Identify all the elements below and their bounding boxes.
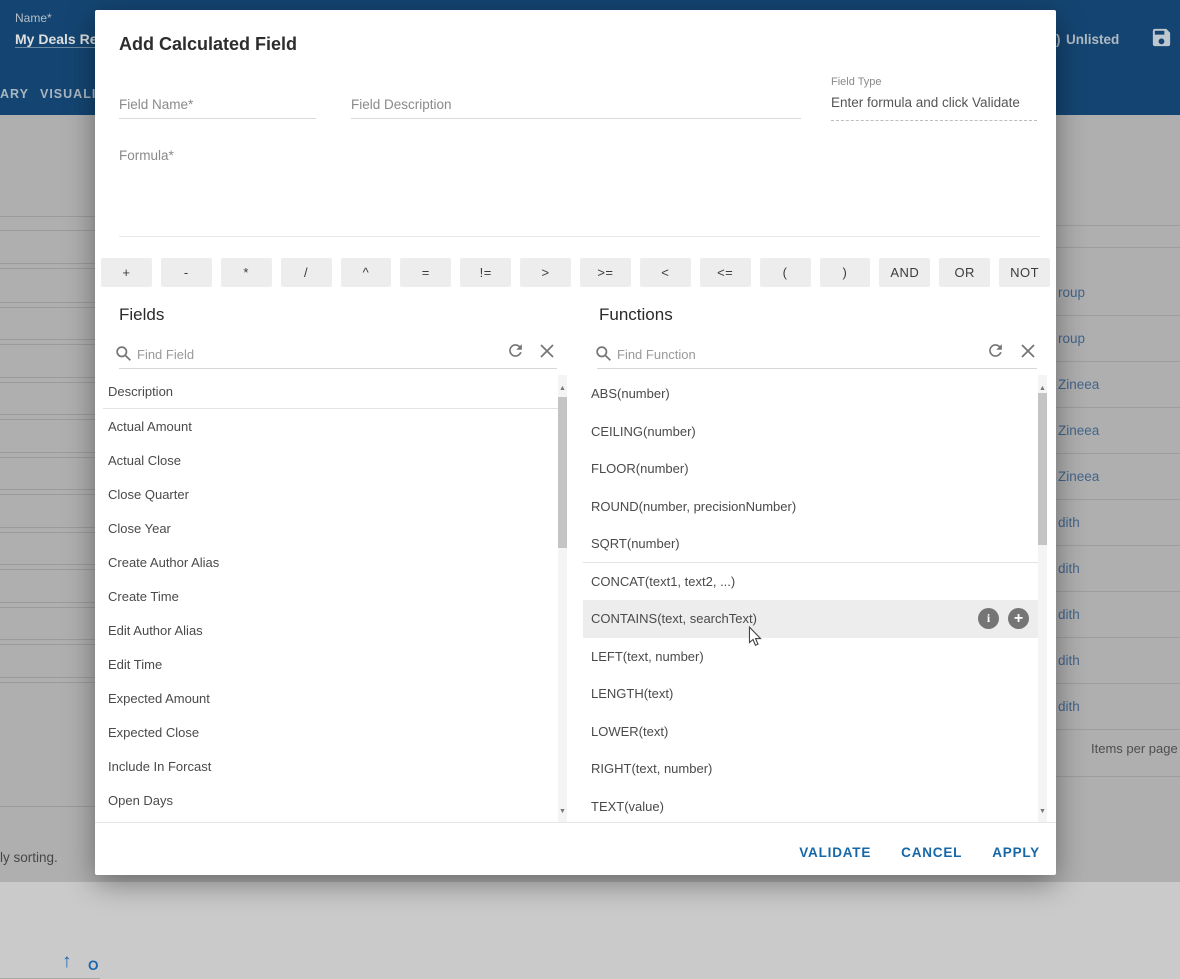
up-arrow-icon[interactable]: ↑ xyxy=(62,951,72,973)
scroll-up-icon[interactable]: ▲ xyxy=(558,383,567,395)
operator-greater-equal[interactable]: >= xyxy=(580,258,631,287)
add-function-icon[interactable]: + xyxy=(1008,608,1029,629)
field-item[interactable]: Create Author Alias xyxy=(103,545,558,579)
refresh-icon[interactable] xyxy=(986,341,1005,360)
operator-greater[interactable]: > xyxy=(520,258,571,287)
functions-scrollbar[interactable]: ▲ ▼ xyxy=(1038,375,1047,822)
fields-scrollbar[interactable]: ▲ ▼ xyxy=(558,375,567,822)
field-item[interactable]: Edit Time xyxy=(103,647,558,681)
scroll-down-icon[interactable]: ▼ xyxy=(558,806,567,818)
operator-not[interactable]: NOT xyxy=(999,258,1050,287)
function-item[interactable]: SQRT(number) xyxy=(583,525,1038,563)
scrollbar-thumb[interactable] xyxy=(558,397,567,548)
info-icon[interactable]: i xyxy=(978,608,999,629)
operator-open-paren[interactable]: ( xyxy=(760,258,811,287)
operator-and[interactable]: AND xyxy=(879,258,930,287)
field-item[interactable]: Close Year xyxy=(103,511,558,545)
field-description-block xyxy=(351,70,801,119)
operator-less[interactable]: < xyxy=(640,258,691,287)
footer-divider xyxy=(95,822,1056,823)
formula-area xyxy=(119,160,1040,237)
function-item[interactable]: LENGTH(text) xyxy=(583,675,1038,713)
field-type-value: Enter formula and click Validate xyxy=(831,95,1037,110)
find-function-input[interactable] xyxy=(617,342,967,366)
operator-plus[interactable]: + xyxy=(101,258,152,287)
field-item[interactable]: Expected Amount xyxy=(103,681,558,715)
operator-toolbar: + - * / ^ = != > >= < <= ( ) AND OR NOT xyxy=(101,258,1050,287)
mouse-cursor xyxy=(748,626,762,647)
function-item[interactable]: RIGHT(text, number) xyxy=(583,750,1038,788)
field-type-label: Field Type xyxy=(831,76,1037,88)
field-item[interactable]: Description xyxy=(103,375,558,409)
fields-panel-title: Fields xyxy=(119,305,164,325)
validate-button[interactable]: VALIDATE xyxy=(799,845,871,860)
scrollbar-thumb[interactable] xyxy=(1038,393,1047,545)
operator-less-equal[interactable]: <= xyxy=(700,258,751,287)
operator-equals[interactable]: = xyxy=(400,258,451,287)
field-item[interactable]: Open Days xyxy=(103,783,558,817)
find-field-input[interactable] xyxy=(137,342,497,366)
field-item[interactable]: Actual Amount xyxy=(103,409,558,443)
dialog-title: Add Calculated Field xyxy=(119,34,297,55)
function-item[interactable]: LOWER(text) xyxy=(583,713,1038,751)
functions-list: ABS(number) CEILING(number) FLOOR(number… xyxy=(583,375,1047,822)
function-item[interactable]: ROUND(number, precisionNumber) xyxy=(583,488,1038,526)
operator-minus[interactable]: - xyxy=(161,258,212,287)
function-item[interactable]: FLOOR(number) xyxy=(583,450,1038,488)
search-icon xyxy=(115,345,132,362)
formula-input[interactable] xyxy=(119,160,1040,236)
operator-divide[interactable]: / xyxy=(281,258,332,287)
operator-not-equals[interactable]: != xyxy=(460,258,511,287)
dialog-actions: VALIDATE CANCEL APPLY xyxy=(799,832,1040,872)
clear-search-icon[interactable] xyxy=(1020,343,1036,359)
field-item[interactable]: Expected Close xyxy=(103,715,558,749)
function-item-selected[interactable]: CONTAINS(text, searchText) i + xyxy=(583,600,1038,638)
footer-link-fragment[interactable]: O xyxy=(88,958,100,973)
cancel-button[interactable]: CANCEL xyxy=(901,845,962,860)
field-name-block xyxy=(119,70,316,119)
field-type-block: Field Type Enter formula and click Valid… xyxy=(831,76,1037,121)
fields-list: Description Actual Amount Actual Close C… xyxy=(103,375,567,822)
field-item[interactable]: Close Quarter xyxy=(103,477,558,511)
function-item[interactable]: TEXT(value) xyxy=(583,788,1038,823)
refresh-icon[interactable] xyxy=(506,341,525,360)
scroll-down-icon[interactable]: ▼ xyxy=(1038,806,1047,818)
clear-search-icon[interactable] xyxy=(539,343,555,359)
operator-or[interactable]: OR xyxy=(939,258,990,287)
field-item[interactable]: Include In Forcast xyxy=(103,749,558,783)
field-description-input[interactable] xyxy=(351,97,801,112)
operator-close-paren[interactable]: ) xyxy=(820,258,871,287)
functions-panel-title: Functions xyxy=(599,305,673,325)
field-item[interactable]: Actual Close xyxy=(103,443,558,477)
function-item[interactable]: ABS(number) xyxy=(583,375,1038,413)
operator-multiply[interactable]: * xyxy=(221,258,272,287)
apply-button[interactable]: APPLY xyxy=(992,845,1040,860)
field-item[interactable]: Create Time xyxy=(103,579,558,613)
function-item-label: CONTAINS(text, searchText) xyxy=(591,611,757,626)
function-item[interactable]: LEFT(text, number) xyxy=(583,638,1038,676)
add-calculated-field-dialog: Add Calculated Field Field Type Enter fo… xyxy=(95,10,1056,875)
operator-power[interactable]: ^ xyxy=(341,258,392,287)
field-name-input[interactable] xyxy=(119,97,316,112)
field-item[interactable]: Edit Author Alias xyxy=(103,613,558,647)
function-item[interactable]: CEILING(number) xyxy=(583,413,1038,451)
search-icon xyxy=(595,345,612,362)
function-item[interactable]: CONCAT(text1, text2, ...) xyxy=(583,563,1038,601)
